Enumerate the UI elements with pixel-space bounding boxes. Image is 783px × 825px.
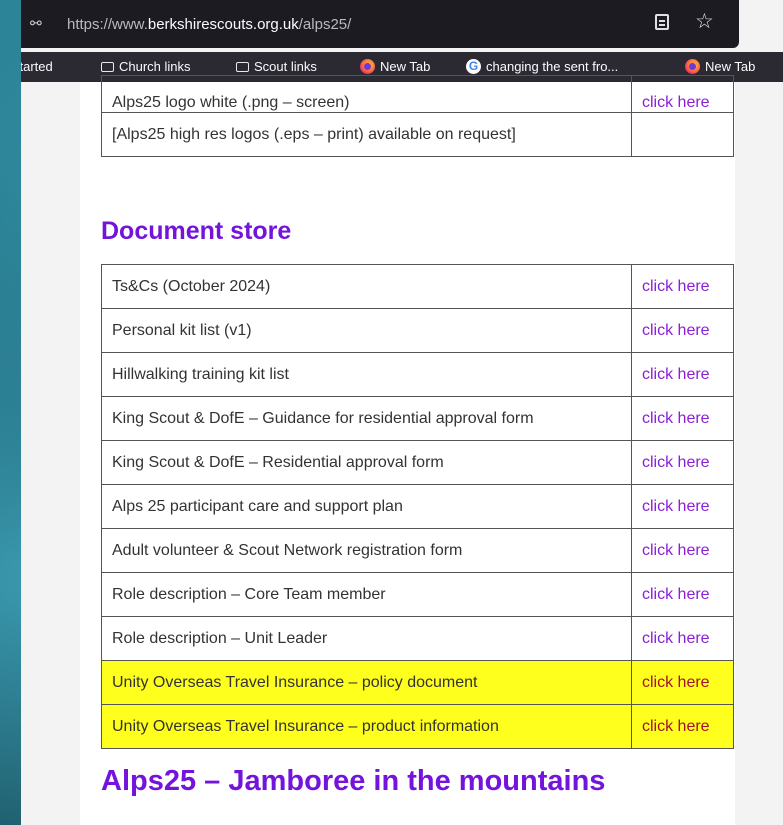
document-name: Role description – Core Team member xyxy=(101,572,632,617)
download-link[interactable]: click here xyxy=(631,440,734,485)
highlighted-table-row: Unity Overseas Travel Insurance – produc… xyxy=(101,704,734,749)
browser-window: ⚯ https://www.berkshirescouts.org.uk/alp… xyxy=(21,0,783,825)
bookmark-scout-links[interactable]: Scout links xyxy=(236,59,317,74)
table-row: Ts&Cs (October 2024) click here xyxy=(101,264,734,309)
download-link[interactable]: click here xyxy=(631,528,734,573)
bookmark-new-tab[interactable]: New Tab xyxy=(360,59,430,74)
document-name: Hillwalking training kit list xyxy=(101,352,632,397)
document-name: King Scout & DofE – Residential approval… xyxy=(101,440,632,485)
download-link[interactable]: click here xyxy=(631,616,734,661)
table-row: Alps25 logo white (.png – screen) click … xyxy=(101,75,734,113)
download-link[interactable]: click here xyxy=(631,264,734,309)
document-name: [Alps25 high res logos (.eps – print) av… xyxy=(101,112,632,157)
bookmark-new-tab-2[interactable]: New Tab xyxy=(685,59,755,74)
folder-icon xyxy=(101,62,114,72)
table-row: Hillwalking training kit list click here xyxy=(101,352,734,397)
table-row: Role description – Core Team member click… xyxy=(101,572,734,617)
table-row: [Alps25 high res logos (.eps – print) av… xyxy=(101,112,734,157)
page-content: Alps25 logo white (.png – screen) click … xyxy=(80,75,735,825)
url-text[interactable]: https://www.berkshirescouts.org.uk/alps2… xyxy=(67,16,351,33)
document-name: Alps25 logo white (.png – screen) xyxy=(101,75,632,113)
highlighted-table-row: Unity Overseas Travel Insurance – policy… xyxy=(101,660,734,705)
firefox-icon xyxy=(685,59,700,74)
download-link[interactable]: click here xyxy=(631,704,734,749)
site-permissions-icon[interactable]: ⚯ xyxy=(30,15,42,32)
firefox-icon xyxy=(360,59,375,74)
bookmark-church-links[interactable]: Church links xyxy=(101,59,191,74)
empty-link-cell xyxy=(631,112,734,157)
address-bar[interactable]: ⚯ https://www.berkshirescouts.org.uk/alp… xyxy=(21,0,739,48)
table-row: King Scout & DofE – Residential approval… xyxy=(101,440,734,485)
google-icon: G xyxy=(466,59,481,74)
download-link[interactable]: click here xyxy=(631,308,734,353)
reader-view-icon[interactable] xyxy=(655,14,669,30)
section-heading: Alps25 – Jamboree in the mountains xyxy=(101,765,606,797)
table-row: Alps 25 participant care and support pla… xyxy=(101,484,734,529)
logos-table: Alps25 logo white (.png – screen) click … xyxy=(101,75,734,157)
document-name: Alps 25 participant care and support pla… xyxy=(101,484,632,529)
table-row: King Scout & DofE – Guidance for residen… xyxy=(101,396,734,441)
document-store-heading: Document store xyxy=(101,217,292,245)
table-row: Role description – Unit Leader click here xyxy=(101,616,734,661)
document-name: Unity Overseas Travel Insurance – policy… xyxy=(101,660,632,705)
document-name: Ts&Cs (October 2024) xyxy=(101,264,632,309)
bookmark-changing-sent-from[interactable]: Gchanging the sent fro... xyxy=(466,59,618,74)
download-link[interactable]: click here xyxy=(631,572,734,617)
table-row: Personal kit list (v1) click here xyxy=(101,308,734,353)
document-name: King Scout & DofE – Guidance for residen… xyxy=(101,396,632,441)
bookmark-star-icon[interactable]: ☆ xyxy=(695,9,714,34)
folder-icon xyxy=(236,62,249,72)
document-name: Role description – Unit Leader xyxy=(101,616,632,661)
download-link[interactable]: click here xyxy=(631,396,734,441)
document-store-table: Ts&Cs (October 2024) click here Personal … xyxy=(101,264,734,749)
download-link[interactable]: click here xyxy=(631,660,734,705)
download-link[interactable]: click here xyxy=(631,75,734,113)
table-row: Adult volunteer & Scout Network registra… xyxy=(101,528,734,573)
document-name: Adult volunteer & Scout Network registra… xyxy=(101,528,632,573)
bookmark-getting-started[interactable]: g Started xyxy=(21,59,53,74)
document-name: Personal kit list (v1) xyxy=(101,308,632,353)
download-link[interactable]: click here xyxy=(631,484,734,529)
download-link[interactable]: click here xyxy=(631,352,734,397)
document-name: Unity Overseas Travel Insurance – produc… xyxy=(101,704,632,749)
